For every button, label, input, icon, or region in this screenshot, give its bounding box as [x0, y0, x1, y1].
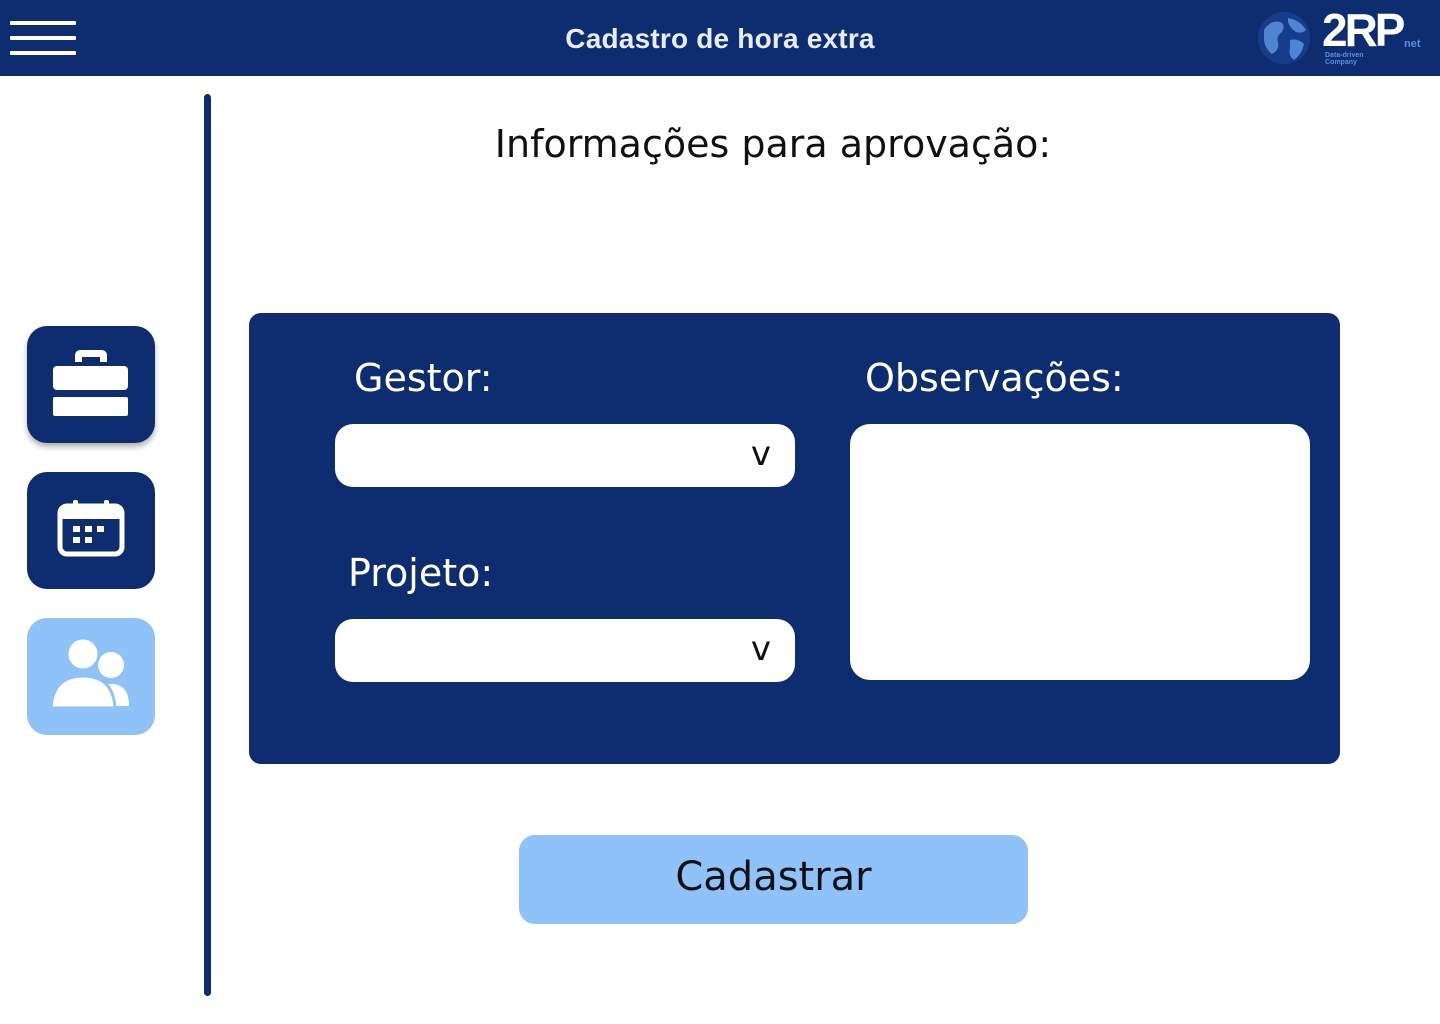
logo-tagline: Data-driven Company: [1325, 52, 1364, 66]
gestor-label: Gestor:: [354, 356, 493, 400]
approval-form-panel: Gestor: v Projeto: v Observações:: [249, 313, 1340, 764]
calendar-icon: [57, 500, 125, 557]
observacoes-label: Observações:: [865, 356, 1124, 400]
sidebar-item-users[interactable]: [27, 618, 155, 735]
projeto-select[interactable]: v: [335, 619, 795, 682]
logo-suffix-text: net: [1404, 38, 1421, 50]
users-icon: [49, 636, 129, 710]
sidebar-item-briefcase[interactable]: [27, 326, 155, 443]
section-title: Informações para aprovação:: [494, 122, 1052, 166]
top-header-bar: Cadastro de hora extra 2RP net Data-driv…: [0, 0, 1440, 76]
vertical-divider: [204, 94, 211, 996]
briefcase-icon: [53, 350, 128, 416]
chevron-down-icon: v: [750, 434, 771, 474]
projeto-label: Projeto:: [348, 551, 494, 595]
logo-brand-text: 2RP: [1322, 4, 1406, 56]
page-title: Cadastro de hora extra: [565, 23, 875, 54]
globe-icon: [1258, 12, 1310, 64]
chevron-down-icon: v: [750, 629, 771, 669]
cadastrar-button[interactable]: Cadastrar: [519, 835, 1028, 924]
observacoes-textarea[interactable]: [850, 424, 1310, 680]
sidebar-item-calendar[interactable]: [27, 472, 155, 589]
company-logo: 2RP net Data-driven Company: [1252, 4, 1432, 70]
gestor-select[interactable]: v: [335, 424, 795, 487]
